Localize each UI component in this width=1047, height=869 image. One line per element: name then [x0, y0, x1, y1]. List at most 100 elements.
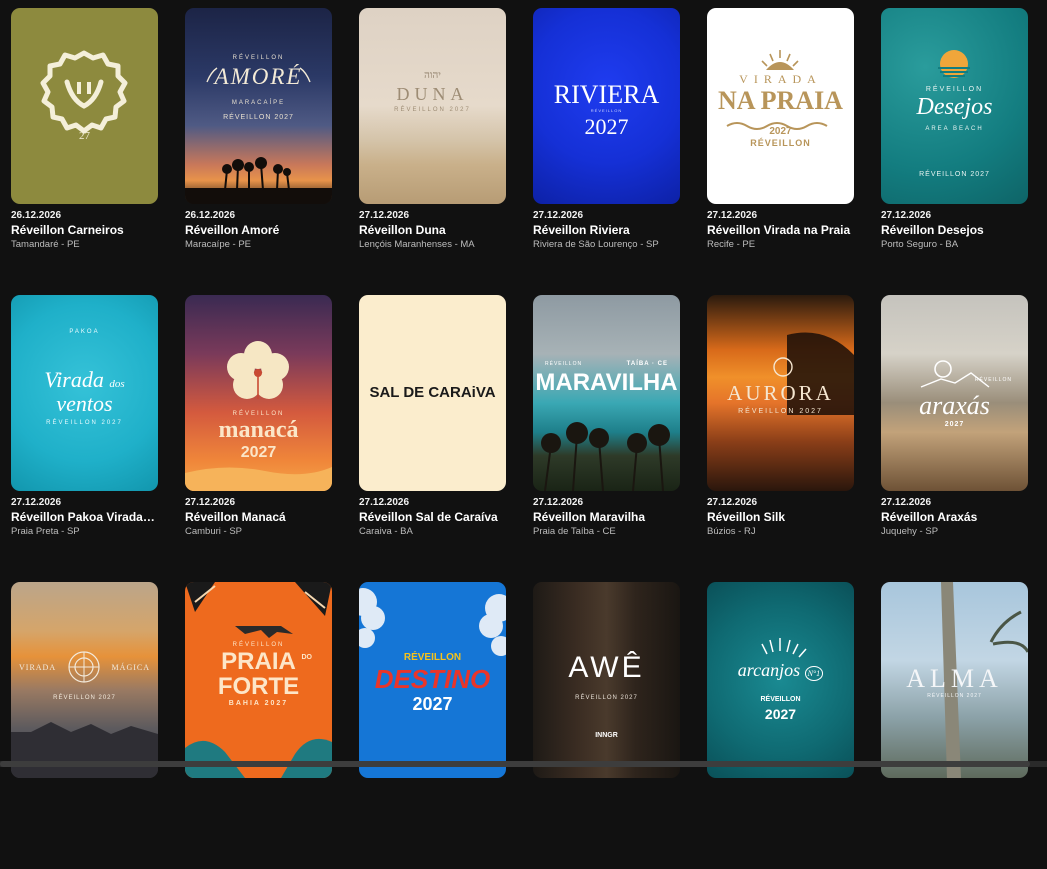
event-card[interactable]: ALMA RÉVEILLON 2027: [881, 582, 1028, 869]
event-card[interactable]: AWÊ RÉVEILLON 2027 INNGR: [533, 582, 680, 869]
poster-year: RÉVEILLON 2027: [927, 693, 982, 699]
palm-trees-icon: [541, 422, 670, 491]
event-poster[interactable]: RIVIERA RÉVEILLON 2027: [533, 8, 680, 204]
event-poster[interactable]: ALMA RÉVEILLON 2027: [881, 582, 1028, 778]
poster-top-text: RÉVEILLON: [760, 696, 801, 703]
event-card[interactable]: AURORA RÉVEILLON 2027 27.12.2026 Réveill…: [707, 295, 854, 582]
poster-wordmark: SAL DE CARAiVA: [369, 384, 496, 401]
event-card[interactable]: VIRADA MÁGICA RÉVEILLON 2027: [11, 582, 158, 869]
poster-top-text: RÉVEILLON: [974, 377, 1012, 383]
event-title[interactable]: Réveillon Amoré: [185, 222, 332, 238]
poster-brand: PAKOA: [69, 329, 100, 335]
event-location: Búzios - RJ: [707, 526, 756, 537]
event-title[interactable]: Réveillon Pakoa Virada dos Ventos: [11, 509, 158, 525]
poster-bottom-text: RÉVEILLON: [750, 138, 811, 148]
poster-year: 2027: [944, 421, 965, 428]
event-title[interactable]: Réveillon Manacá: [185, 509, 332, 525]
event-card[interactable]: RÉVEILLON Desejos AREA BEACH RÉVEILLON 2…: [881, 8, 1028, 295]
poster-top-text: VIRADA: [739, 72, 822, 86]
event-card[interactable]: 27 26.12.2026 Réveillon Carneiros Tamand…: [11, 8, 158, 295]
poster-wordmark: manacá: [218, 417, 299, 443]
event-location: Juquehy - SP: [881, 526, 939, 537]
event-date: 27.12.2026: [359, 210, 410, 221]
horizontal-scrollbar[interactable]: [0, 761, 1047, 767]
event-poster[interactable]: PAKOA Virada dos ventos RÉVEILLON 2027: [11, 295, 158, 491]
event-card[interactable]: RÉVEILLON AMORÉ MARACAÍPE RÉVEILLON 2027…: [185, 8, 332, 295]
event-location: Lençóis Maranhenses - MA: [359, 239, 475, 250]
sheep-logo-icon: [40, 50, 128, 134]
poster-year: 2027: [769, 126, 792, 137]
event-poster[interactable]: RÉVEILLON DESTINO 2027: [359, 582, 506, 778]
poster-mark: יהוה: [424, 70, 441, 81]
event-card[interactable]: RÉVEILLON DESTINO 2027: [359, 582, 506, 869]
event-title[interactable]: Réveillon Carneiros: [11, 222, 158, 238]
event-poster[interactable]: יהוה DUNA RÉVEILLON 2027: [359, 8, 506, 204]
poster-brand: INNGR: [595, 732, 618, 739]
poster-wordmark: arcanjos: [737, 660, 801, 680]
poster-word1: PRAIA: [221, 648, 296, 675]
poster-year: RÉVEILLON 2027: [575, 695, 638, 701]
poster-year: 2027: [584, 114, 629, 139]
event-poster[interactable]: RÉVEILLON TAÍBA · CE MARAVILHA: [533, 295, 680, 491]
event-date: 27.12.2026: [185, 497, 236, 508]
event-date: 26.12.2026: [11, 210, 62, 221]
event-location: Riviera de São Lourenço - SP: [533, 239, 659, 250]
poster-place: AREA BEACH: [925, 126, 984, 132]
event-location: Maracaípe - PE: [185, 239, 251, 250]
event-poster[interactable]: RÉVEILLON AMORÉ MARACAÍPE RÉVEILLON 2027: [185, 8, 332, 204]
event-title[interactable]: Réveillon Virada na Praia: [707, 222, 854, 238]
event-title[interactable]: Réveillon Duna: [359, 222, 506, 238]
event-poster[interactable]: VIRADA NA PRAIA 2027 RÉVEILLON: [707, 8, 854, 204]
event-card[interactable]: VIRADA NA PRAIA 2027 RÉVEILLON 27.12.202…: [707, 8, 854, 295]
event-card[interactable]: SAL DE CARAiVA 27.12.2026 Réveillon Sal …: [359, 295, 506, 582]
event-poster[interactable]: VIRADA MÁGICA RÉVEILLON 2027: [11, 582, 158, 778]
event-card[interactable]: arcanjos N°1 RÉVEILLON 2027: [707, 582, 854, 869]
poster-word1: Virada: [44, 367, 104, 392]
poster-number: N°1: [804, 666, 824, 681]
poster-word3: ventos: [56, 391, 113, 416]
event-title[interactable]: Réveillon Sal de Caraíva: [359, 509, 506, 525]
event-poster[interactable]: 27: [11, 8, 158, 204]
event-title[interactable]: Réveillon Desejos: [881, 222, 1028, 238]
poster-wordmark: Desejos: [916, 94, 993, 120]
poster-year: 2027: [412, 694, 453, 714]
event-poster[interactable]: RÉVEILLON manacá 2027: [185, 295, 332, 491]
event-title[interactable]: Réveillon Silk: [707, 509, 854, 525]
event-poster[interactable]: RÉVEILLON Desejos AREA BEACH RÉVEILLON 2…: [881, 8, 1028, 204]
event-poster[interactable]: arcanjos N°1 RÉVEILLON 2027: [707, 582, 854, 778]
scrollbar-thumb[interactable]: [0, 761, 1030, 767]
poster-wordmark: araxás: [919, 391, 990, 420]
event-poster[interactable]: AURORA RÉVEILLON 2027: [707, 295, 854, 491]
poster-year: RÉVEILLON 2027: [738, 408, 823, 415]
event-card[interactable]: יהוה DUNA RÉVEILLON 2027 27.12.2026 Réve…: [359, 8, 506, 295]
poster-wordmark: DUNA: [396, 84, 469, 104]
poster-wordmark: NA PRAIA: [718, 86, 843, 115]
event-location: Camburi - SP: [185, 526, 243, 537]
event-title[interactable]: Réveillon Riviera: [533, 222, 680, 238]
event-date: 26.12.2026: [185, 210, 236, 221]
event-title[interactable]: Réveillon Araxás: [881, 509, 1028, 525]
event-poster[interactable]: SAL DE CARAiVA: [359, 295, 506, 491]
event-card[interactable]: RÉVEILLON PRAIA DO FORTE BAHIA 2027: [185, 582, 332, 869]
palm-trees-icon: [185, 67, 332, 204]
event-card[interactable]: RÉVEILLON manacá 2027 27.12.2026 Réveill…: [185, 295, 332, 582]
event-card[interactable]: PAKOA Virada dos ventos RÉVEILLON 2027 2…: [11, 295, 158, 582]
poster-year: RÉVEILLON 2027: [46, 420, 123, 426]
event-poster[interactable]: RÉVEILLON araxás 2027: [881, 295, 1028, 491]
poster-year: 2027: [240, 444, 277, 461]
event-poster[interactable]: AWÊ RÉVEILLON 2027 INNGR: [533, 582, 680, 778]
poster-year: RÉVEILLON 2027: [919, 171, 990, 178]
event-card[interactable]: RÉVEILLON araxás 2027 27.12.2026 Réveill…: [881, 295, 1028, 582]
poster-wordmark: AURORA: [727, 381, 834, 405]
event-card[interactable]: RIVIERA RÉVEILLON 2027 27.12.2026 Réveil…: [533, 8, 680, 295]
poster-wordmark: ALMA: [906, 664, 1003, 693]
event-date: 27.12.2026: [707, 210, 758, 221]
event-location: Recife - PE: [707, 239, 756, 250]
event-card[interactable]: RÉVEILLON TAÍBA · CE MARAVILHA 27.12.202…: [533, 295, 680, 582]
event-poster[interactable]: RÉVEILLON PRAIA DO FORTE BAHIA 2027: [185, 582, 332, 778]
poster-word2: MÁGICA: [111, 663, 150, 672]
mandala-icon: [11, 651, 158, 778]
event-date: 27.12.2026: [11, 497, 62, 508]
event-title[interactable]: Réveillon Maravilha: [533, 509, 680, 525]
poster-top-text: RÉVEILLON: [403, 652, 462, 663]
